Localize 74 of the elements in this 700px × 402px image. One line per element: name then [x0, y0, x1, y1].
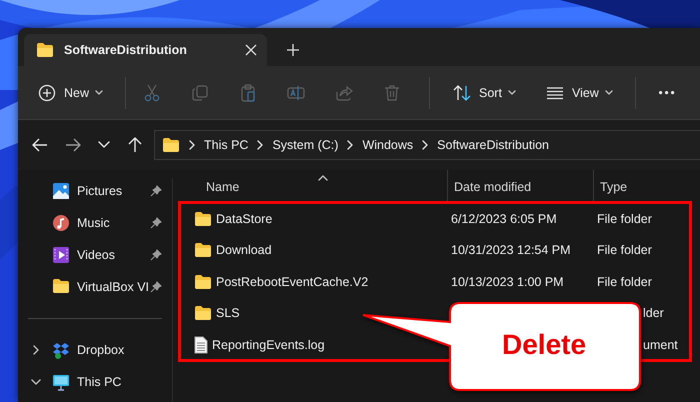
music-icon [52, 214, 70, 232]
callout-text: Delete [502, 329, 586, 361]
folder-icon [36, 42, 54, 58]
chevron-down-icon[interactable] [31, 377, 41, 387]
scissors-icon [143, 84, 162, 102]
trash-icon [383, 84, 402, 102]
type-cell: File folder [597, 274, 652, 289]
plus-circle-icon [38, 84, 56, 102]
forward-icon[interactable] [65, 137, 81, 153]
date-cell: 10/13/2023 1:00 PM [451, 274, 564, 289]
folder-icon [52, 278, 70, 296]
column-header[interactable]: Name [175, 170, 447, 203]
breadcrumb[interactable]: SoftwareDistribution [437, 138, 550, 152]
folder-icon [194, 242, 212, 258]
dropbox-icon [52, 341, 70, 359]
sidebar-item[interactable]: VirtualBox VI [18, 271, 172, 303]
computer-icon [52, 373, 70, 391]
pin-icon [150, 217, 162, 229]
share-icon [335, 84, 354, 102]
breadcrumb[interactable]: This PC [204, 138, 248, 152]
chevron-right-icon [189, 140, 195, 150]
chevron-down-icon [604, 90, 613, 95]
folder-icon [194, 274, 212, 290]
column-header[interactable]: Date modified [447, 170, 593, 203]
address-bar[interactable]: This PC System (C:) Windows SoftwareDistribution [154, 130, 700, 160]
breadcrumb[interactable]: System (C:) [272, 138, 338, 152]
file-name[interactable]: DataStore [216, 212, 272, 226]
type-cell: File folder [597, 243, 652, 258]
clipboard-icon [239, 84, 258, 102]
pin-icon [150, 185, 162, 197]
chevron-down-icon[interactable] [98, 141, 110, 149]
toolbar-menu-button[interactable]: Sort [447, 78, 522, 108]
tab[interactable]: SoftwareDistribution [24, 34, 267, 66]
chevron-right-icon [257, 140, 264, 150]
pin-icon [150, 281, 162, 293]
chevron-right-icon [347, 140, 354, 150]
toolbar-menu-button[interactable]: View [540, 78, 619, 108]
chevron-right-icon [422, 140, 428, 150]
sidebar-item[interactable]: Dropbox [41, 334, 148, 366]
breadcrumb[interactable]: Windows [362, 138, 414, 152]
folder-icon [194, 210, 212, 227]
file-name[interactable]: SLS [216, 306, 240, 320]
sidebar-item[interactable]: This PC [41, 366, 148, 398]
chevron-down-icon [508, 90, 516, 95]
close-icon[interactable] [245, 44, 257, 56]
date-cell: 6/12/2023 6:05 PM [451, 212, 557, 226]
sidebar-item[interactable]: Music [18, 207, 172, 239]
pin-icon [150, 249, 162, 261]
sort-icon [453, 84, 472, 102]
rename-icon [287, 84, 306, 102]
chevron-down-icon [95, 90, 104, 95]
sidebar-item[interactable]: Videos [18, 239, 172, 271]
back-icon[interactable] [32, 137, 48, 153]
videos-icon [52, 246, 70, 264]
date-cell: 10/31/2023 12:54 PM [451, 243, 571, 258]
copy-icon [191, 84, 210, 102]
more-icon [658, 90, 675, 94]
type-cell: File folder [597, 212, 652, 226]
add-tab-icon[interactable] [287, 44, 299, 56]
folder-icon [162, 137, 180, 153]
sort-caret-icon [318, 175, 328, 181]
up-icon[interactable] [127, 137, 143, 153]
file-name[interactable]: ReportingEvents.log [212, 338, 325, 352]
document-icon [194, 336, 208, 354]
sidebar-item[interactable]: Pictures [18, 175, 172, 207]
pictures-icon [52, 182, 70, 200]
file-name[interactable]: Download [216, 243, 272, 258]
folder-icon [194, 305, 212, 322]
type-cell: ument [643, 338, 678, 352]
column-header[interactable]: Type [593, 170, 700, 203]
type-cell: lder [643, 306, 664, 320]
chevron-right-icon[interactable] [31, 345, 41, 355]
file-name[interactable]: PostRebootEventCache.V2 [216, 274, 368, 289]
toolbar-menu-button[interactable]: New [32, 78, 110, 108]
